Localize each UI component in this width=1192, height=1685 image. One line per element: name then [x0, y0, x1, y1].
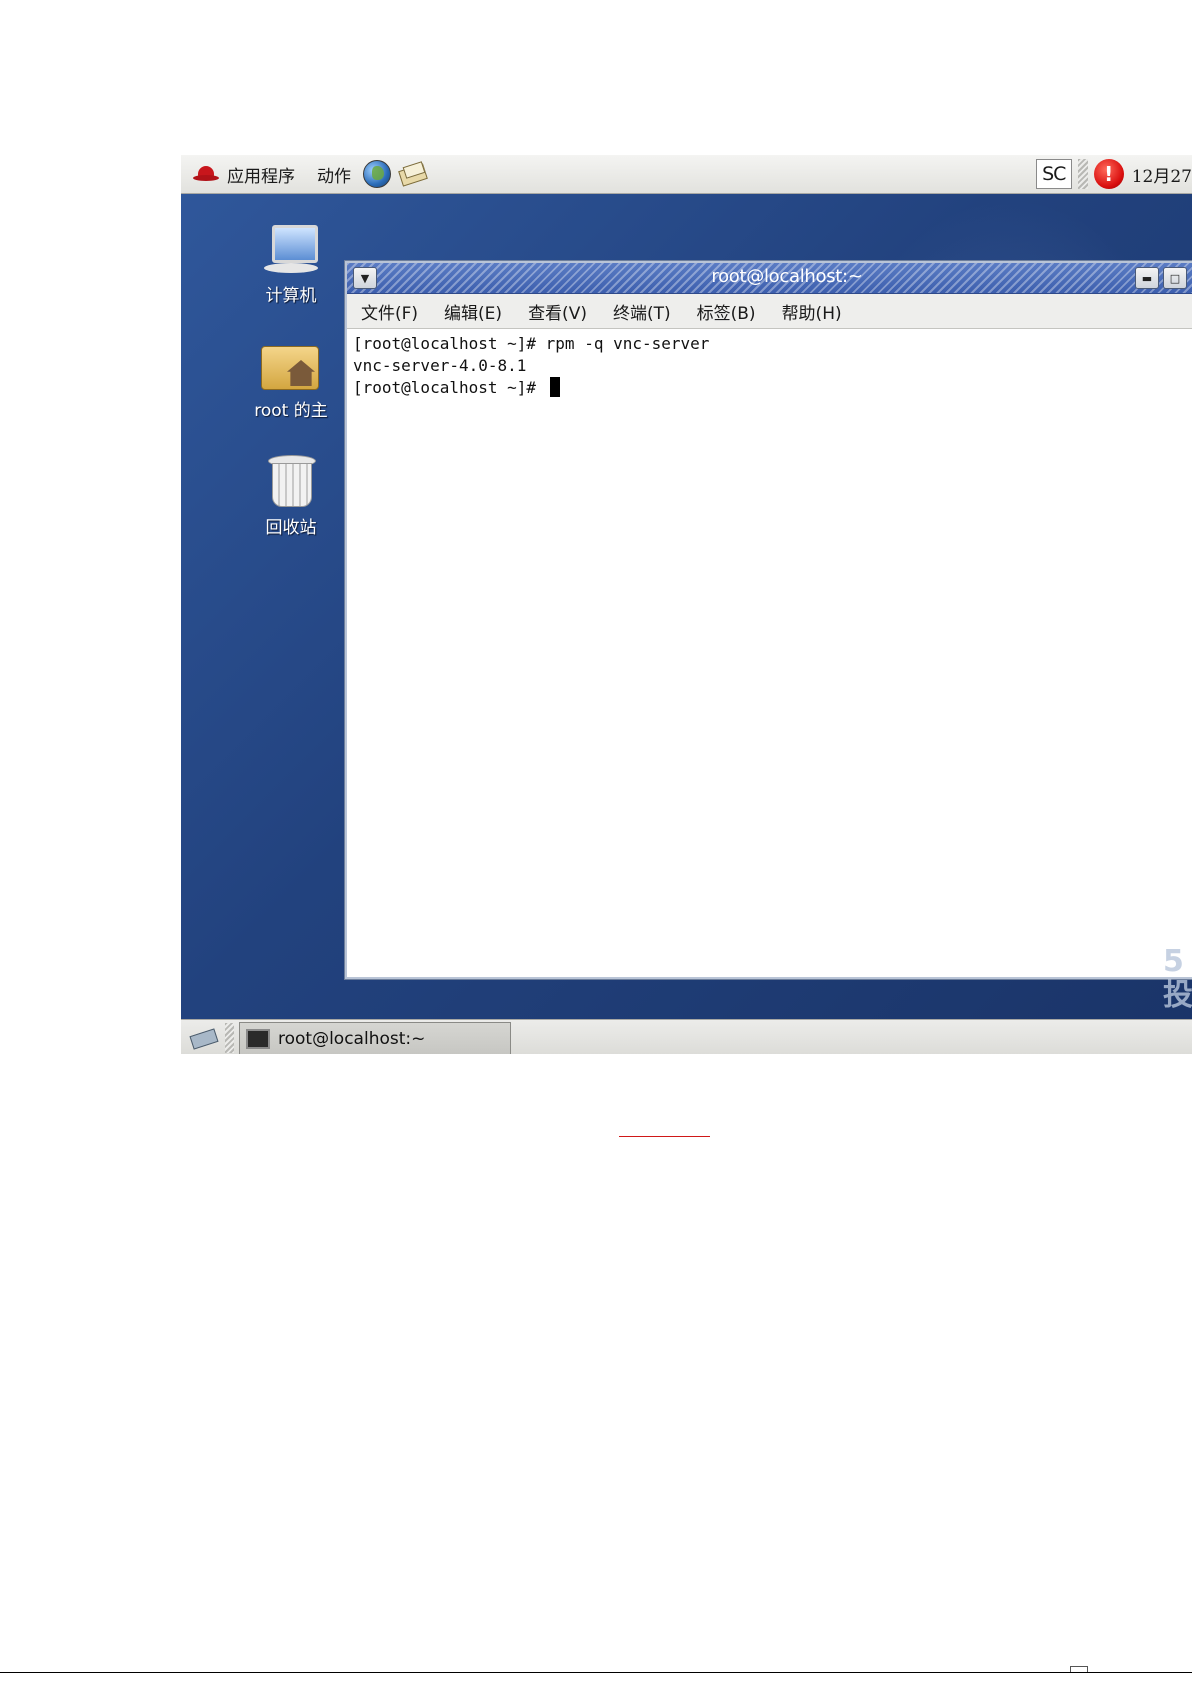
maximize-icon: □ [1169, 271, 1181, 285]
menu-edit[interactable]: 编辑(E) [444, 299, 502, 324]
desktop-icon-label: 计算机 [265, 286, 317, 306]
desktop-screenshot: 应用程序 动作 SC ! 12月27 计算机 root 的主 回收站 ▼ roo… [181, 155, 1192, 1054]
trash-icon [268, 455, 316, 507]
web-browser-icon[interactable] [363, 160, 391, 188]
maximize-button[interactable]: □ [1163, 267, 1187, 289]
panel-grip[interactable] [1077, 159, 1088, 189]
show-desktop-icon[interactable] [189, 1026, 219, 1048]
taskbar-button-terminal[interactable]: root@localhost:~ [239, 1022, 511, 1054]
clock[interactable]: 12月27 [1132, 162, 1192, 187]
desktop-icon-label: 回收站 [265, 518, 317, 538]
bottom-panel: root@localhost:~ [181, 1019, 1192, 1054]
desktop-icon-home[interactable]: root 的主 [231, 340, 351, 421]
terminal-menu-bar: 文件(F) 编辑(E) 查看(V) 终端(T) 标签(B) 帮助(H) [347, 294, 1192, 329]
panel-grip[interactable] [225, 1023, 234, 1053]
corner-watermark: 5投 [1163, 944, 1192, 1013]
actions-menu[interactable]: 动作 [317, 162, 351, 187]
taskbar-button-label: root@localhost:~ [278, 1029, 426, 1049]
window-title: root@localhost:~ [711, 266, 863, 287]
page-bottom-rule [0, 1672, 1192, 1673]
terminal-output[interactable]: [root@localhost ~]# rpm -q vnc-server vn… [347, 329, 1192, 977]
terminal-prompt: [root@localhost ~]# [353, 378, 546, 397]
minimize-icon: ▬ [1141, 271, 1153, 285]
minimize-button[interactable]: ▬ [1135, 267, 1159, 289]
page-corner-mark [1070, 1666, 1088, 1672]
terminal-line: [root@localhost ~]# rpm -q vnc-server [353, 334, 710, 353]
desktop-icon-computer[interactable]: 计算机 [231, 225, 351, 306]
menu-help[interactable]: 帮助(H) [782, 299, 842, 324]
computer-icon [264, 225, 318, 275]
menu-file[interactable]: 文件(F) [361, 299, 418, 324]
desktop-icon-label: root 的主 [254, 401, 328, 421]
email-client-icon[interactable] [397, 163, 427, 185]
terminal-prompt-line[interactable]: [root@localhost ~]# [353, 377, 1192, 399]
desktop-icon-trash[interactable]: 回收站 [231, 455, 351, 538]
update-alert-icon[interactable]: ! [1093, 159, 1124, 189]
applications-menu[interactable]: 应用程序 [227, 162, 295, 187]
terminal-line: vnc-server-4.0-8.1 [353, 356, 527, 375]
home-folder-icon [261, 340, 321, 390]
red-underline [619, 1136, 710, 1137]
text-cursor [549, 377, 560, 397]
terminal-icon [246, 1029, 270, 1049]
menu-view[interactable]: 查看(V) [528, 299, 587, 324]
terminal-title-bar[interactable]: ▼ root@localhost:~ ▬ □ [347, 263, 1192, 294]
top-panel: 应用程序 动作 SC ! 12月27 [181, 155, 1192, 194]
redhat-icon[interactable] [193, 165, 219, 183]
menu-tabs[interactable]: 标签(B) [697, 299, 756, 324]
input-method-indicator[interactable]: SC [1035, 159, 1072, 189]
menu-terminal[interactable]: 终端(T) [613, 299, 671, 324]
terminal-window[interactable]: ▼ root@localhost:~ ▬ □ 文件(F) 编辑(E) 查看(V)… [345, 261, 1192, 979]
